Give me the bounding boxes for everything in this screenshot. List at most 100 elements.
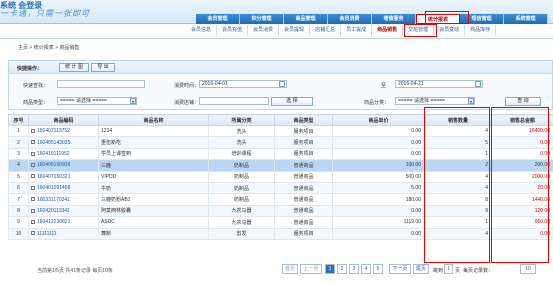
query-button[interactable]: 查 询	[505, 97, 541, 106]
row-checkbox[interactable]	[31, 128, 35, 133]
product-code-cell[interactable]: 160401091408	[28, 181, 99, 195]
product-code-link[interactable]: 160405143035	[37, 140, 70, 146]
product-code-cell[interactable]: 160407150321	[28, 170, 99, 183]
product-code-link[interactable]: 160401091408	[37, 185, 70, 191]
first-page-button[interactable]: 首页	[282, 264, 298, 274]
prev-page-button[interactable]: 上一页	[300, 264, 322, 274]
per-page-label: 每页记录数：	[463, 268, 494, 274]
sub-nav-item[interactable]: 商品销售	[372, 25, 404, 36]
time-sep: 至	[381, 83, 387, 89]
quick-search-input[interactable]	[57, 80, 145, 88]
main-nav-item[interactable]: 增值服务	[372, 14, 416, 24]
divider	[0, 38, 553, 39]
table-cell: 普通商品	[274, 204, 333, 218]
row-checkbox[interactable]	[31, 163, 35, 168]
main-nav-item[interactable]: 系统管理	[504, 14, 548, 24]
column-header: 序号	[8, 114, 29, 126]
row-checkbox[interactable]	[31, 174, 35, 179]
table-cell: 6	[8, 181, 29, 195]
product-code-link[interactable]: 160407150321	[37, 174, 70, 180]
sub-nav: 会员信息 会员充值 会员消费 会员提现 店铺汇总 员工提成 商品销售 交班管理 会员变动 商品库存	[186, 25, 497, 36]
goods-cat-select[interactable]: ===== 请选择 =====	[395, 97, 475, 105]
table-cell: 三鹿奶粉AB1	[98, 193, 209, 206]
sub-nav-item[interactable]: 会员变动	[434, 25, 466, 36]
table-cell: 普通商品	[274, 193, 333, 206]
highlight-box-qty-column	[424, 107, 490, 263]
table-cell: 洗头	[208, 124, 275, 138]
sub-nav-item[interactable]: 会员提现	[279, 25, 311, 36]
table-cell: VIPDD	[98, 170, 209, 183]
sub-nav-item[interactable]: 会员充值	[217, 25, 249, 36]
main-nav-item[interactable]: 商品管理	[284, 14, 328, 24]
time-to-input[interactable]: 2016-04-21	[395, 80, 483, 88]
page-number-button[interactable]: 4	[361, 264, 371, 274]
product-code-link[interactable]: 11111111	[37, 231, 57, 237]
product-code-link[interactable]: 160412230821	[37, 219, 70, 225]
product-code-cell[interactable]: 11111111	[28, 227, 99, 240]
jump-page-select[interactable]: 1	[444, 264, 453, 274]
table-cell: 5	[8, 170, 29, 183]
product-code-cell[interactable]: 160408150936	[28, 159, 99, 172]
table-cell: 500.00	[332, 170, 425, 183]
time-from-input[interactable]: 2016-04-01	[199, 80, 287, 88]
sub-nav-item[interactable]: 商品库存	[465, 25, 497, 36]
page-number-button[interactable]: 3	[349, 264, 359, 274]
table-cell: 普通商品	[274, 216, 333, 229]
quick-ops-label: 快捷操作：	[17, 66, 43, 72]
export-button[interactable]: 导 出	[91, 63, 115, 72]
table-cell: 九农马器	[208, 204, 275, 218]
row-checkbox[interactable]	[31, 219, 35, 224]
column-header: 商品编码	[28, 114, 99, 126]
main-nav-item[interactable]: 会员管理	[196, 14, 240, 24]
calendar-icon[interactable]	[279, 81, 285, 87]
column-header: 所属分类	[208, 114, 275, 126]
product-code-cell[interactable]: 160331170341	[28, 193, 99, 206]
chevron-down-icon[interactable]: ▾	[130, 98, 136, 104]
table-cell: 奶制品	[208, 193, 275, 206]
product-code-link[interactable]: 160408150936	[37, 162, 70, 168]
shop-input[interactable]	[199, 97, 269, 105]
table-cell: 0.00	[332, 136, 425, 149]
row-checkbox[interactable]	[31, 231, 35, 236]
table-cell: 三鹿	[98, 159, 209, 172]
product-code-link[interactable]: 160331170341	[37, 197, 70, 203]
table-cell: 普通商品	[274, 159, 333, 172]
row-checkbox[interactable]	[31, 140, 35, 145]
table-cell: 2	[8, 136, 29, 149]
product-code-cell[interactable]: 160405143035	[28, 136, 99, 149]
page-number-button[interactable]: 5	[373, 264, 383, 274]
next-page-button[interactable]: 下一页	[389, 264, 411, 274]
product-code-cell[interactable]: 160419111952	[28, 147, 99, 161]
sub-nav-item[interactable]: 员工提成	[341, 25, 373, 36]
product-code-cell[interactable]: 160407113752	[28, 124, 99, 138]
sub-nav-item[interactable]: 会员消费	[248, 25, 280, 36]
row-checkbox[interactable]	[31, 208, 35, 213]
product-code-link[interactable]: 160407113752	[37, 128, 70, 134]
main-nav-item[interactable]: 积分管理	[240, 14, 284, 24]
page-number-button[interactable]: 2	[337, 264, 347, 274]
table-cell: 剪发	[208, 227, 275, 240]
chevron-down-icon[interactable]: ▾	[468, 98, 474, 104]
select-shop-button[interactable]: 选 择	[271, 97, 313, 106]
last-page-button[interactable]: 尾页	[413, 264, 429, 274]
sub-nav-item[interactable]: 店铺汇总	[310, 25, 342, 36]
page-number-button[interactable]: 1	[325, 264, 335, 274]
product-code-cell[interactable]: 160420113341	[28, 204, 99, 218]
table-cell: 牛奶	[98, 181, 209, 195]
table-cell: 100.00	[332, 159, 425, 172]
product-code-link[interactable]: 160419111952	[37, 151, 70, 157]
row-checkbox[interactable]	[31, 151, 35, 156]
highlight-box-sub-nav	[404, 24, 437, 37]
per-page-select[interactable]: 10	[520, 264, 536, 274]
row-checkbox[interactable]	[31, 185, 35, 190]
product-code-link[interactable]: 160420113341	[37, 208, 70, 214]
main-nav-item[interactable]: 会员消费	[328, 14, 372, 24]
product-code-cell[interactable]: 160412230821	[28, 216, 99, 229]
sub-nav-item[interactable]: 会员信息	[186, 25, 218, 36]
row-checkbox[interactable]	[31, 197, 35, 202]
category-select[interactable]: ===== 请选择 =====	[57, 97, 137, 105]
pager-info: 当前第1/5页 共41条记录 每页10条	[37, 268, 113, 274]
calendar-icon[interactable]	[475, 81, 481, 87]
category-label: 商品类型：	[23, 100, 49, 106]
stats-chart-button[interactable]: 统 计 图	[59, 63, 89, 72]
